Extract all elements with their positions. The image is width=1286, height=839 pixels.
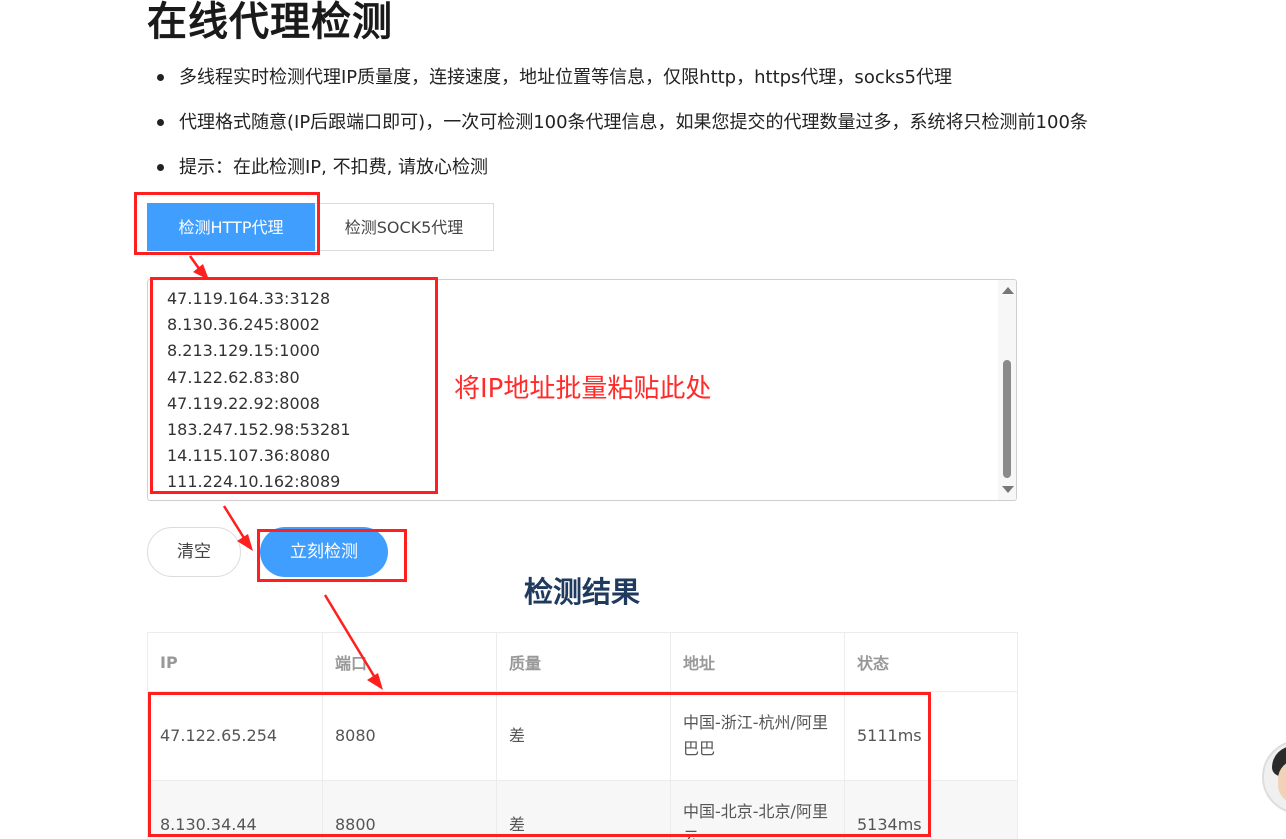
bullet-item: 提示：在此检测IP, 不扣费, 请放心检测	[155, 152, 1088, 197]
table-row: 47.122.65.254 8080 差 中国-浙江-杭州/阿里巴巴 5111m…	[147, 691, 1018, 781]
table-row: 8.130.34.44 8800 差 中国-北京-北京/阿里云 5134ms	[147, 780, 1018, 839]
column-header-port: 端口	[322, 632, 497, 692]
cell-quality: 差	[496, 691, 671, 781]
cell-status: 5111ms	[844, 691, 1018, 781]
proxy-line: 111.224.10.162:8089	[167, 472, 341, 492]
proxy-line: 47.119.22.92:8008	[167, 393, 320, 413]
cell-address: 中国-浙江-杭州/阿里巴巴	[670, 691, 845, 781]
bullet-item: 多线程实时检测代理IP质量度，连接速度，地址位置等信息，仅限http，https…	[155, 62, 1088, 107]
proxy-line: 47.122.62.83:80	[167, 367, 300, 387]
textarea-scrollbar[interactable]	[998, 280, 1016, 500]
column-header-ip: IP	[147, 632, 323, 692]
page-root: 在线代理检测 多线程实时检测代理IP质量度，连接速度，地址位置等信息，仅限htt…	[0, 0, 1286, 839]
cell-port: 8080	[322, 691, 497, 781]
proxy-line: 8.213.129.15:1000	[167, 341, 320, 361]
tab-http-proxy[interactable]: 检测HTTP代理	[147, 203, 315, 251]
scroll-thumb[interactable]	[1003, 360, 1011, 478]
proxy-type-tabs: 检测HTTP代理 检测SOCK5代理	[147, 203, 494, 251]
page-title: 在线代理检测	[147, 0, 393, 45]
cell-quality: 差	[496, 780, 671, 839]
cell-ip: 47.122.65.254	[147, 691, 323, 781]
cell-status: 5134ms	[844, 780, 1018, 839]
proxy-list-lines: 47.119.164.33:3128 8.130.36.245:8002 8.2…	[167, 286, 351, 496]
column-header-status: 状态	[844, 632, 1018, 692]
results-title: 检测结果	[523, 575, 640, 609]
avatar[interactable]	[1262, 740, 1286, 814]
proxy-line: 47.119.164.33:3128	[167, 289, 331, 308]
annotation-label: 将IP地址批量粘贴此处	[454, 374, 712, 404]
cell-address: 中国-北京-北京/阿里云	[670, 780, 845, 839]
tab-sock5-proxy[interactable]: 检测SOCK5代理	[315, 203, 494, 251]
results-table: IP 端口 质量 地址 状态 47.122.65.254 8080 差 中国-浙…	[147, 632, 1018, 839]
bullet-item: 代理格式随意(IP后跟端口即可)，一次可检测100条代理信息，如果您提交的代理数…	[155, 107, 1088, 152]
scroll-down-arrow-icon[interactable]	[1002, 486, 1014, 493]
cell-port: 8800	[322, 780, 497, 839]
scroll-up-arrow-icon[interactable]	[1002, 287, 1014, 294]
proxy-line: 183.247.152.98:53281	[167, 419, 351, 439]
info-bullets: 多线程实时检测代理IP质量度，连接速度，地址位置等信息，仅限http，https…	[155, 62, 1088, 197]
column-header-address: 地址	[670, 632, 845, 692]
proxy-line: 8.130.36.245:8002	[167, 315, 320, 335]
column-header-quality: 质量	[496, 632, 671, 692]
table-header-row: IP 端口 质量 地址 状态	[147, 632, 1018, 692]
cell-ip: 8.130.34.44	[147, 780, 323, 839]
proxy-line: 14.115.107.36:8080	[167, 446, 331, 466]
